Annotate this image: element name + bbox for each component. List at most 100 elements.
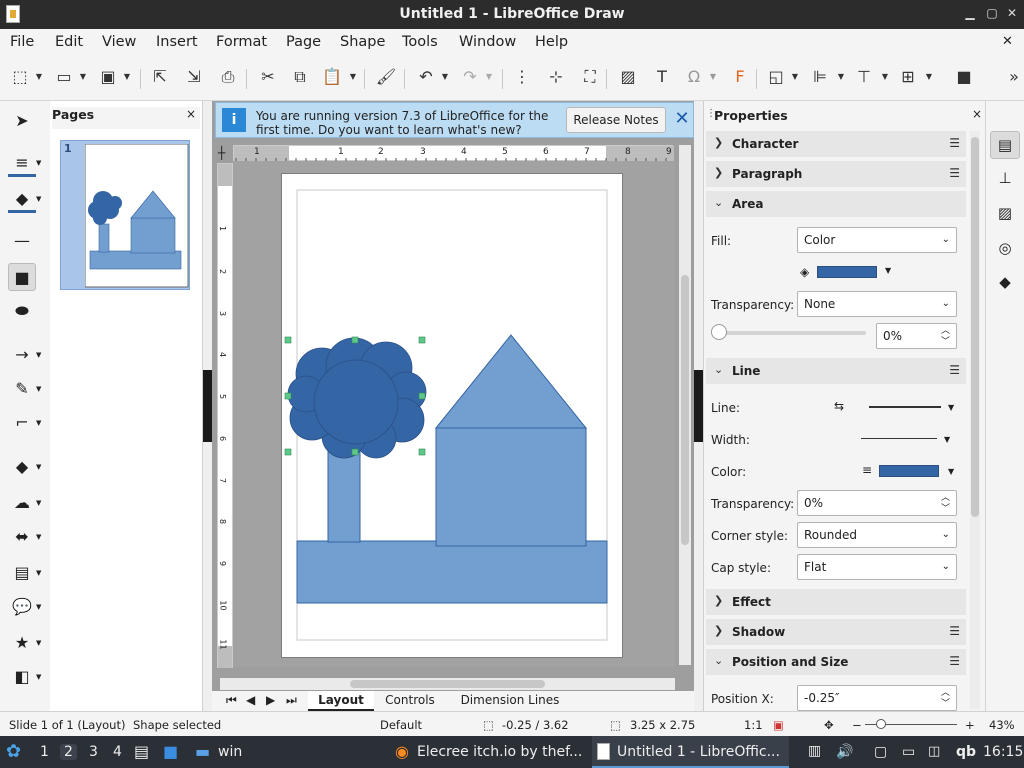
close-sidebar-icon[interactable]: ×	[972, 107, 982, 121]
open-dropdown-icon[interactable]: ▼	[78, 65, 88, 89]
ellipse-icon[interactable]: ⬬	[8, 297, 36, 325]
drawing-canvas[interactable]	[233, 161, 675, 667]
folder-label[interactable]: win	[218, 744, 242, 760]
shapes-deck-icon[interactable]: ◆	[990, 269, 1020, 297]
section-menu-icon[interactable]: ☰	[949, 624, 960, 638]
stars-icon[interactable]: ★	[8, 629, 36, 657]
menu-help[interactable]: Help	[535, 34, 568, 50]
menu-insert[interactable]: Insert	[156, 34, 198, 50]
release-notes-button[interactable]: Release Notes	[566, 107, 666, 133]
drawing-page[interactable]	[281, 173, 623, 658]
workspace-4[interactable]: 4	[113, 744, 122, 760]
notes-icon[interactable]: ▢	[874, 744, 887, 760]
line-color-icon[interactable]: ≡	[8, 149, 36, 177]
distribute-dropdown-icon[interactable]: ▼	[924, 65, 934, 89]
line-section-header[interactable]: ⌄ Line ☰	[706, 358, 966, 384]
horizontal-scroll-thumb[interactable]	[350, 680, 545, 688]
page-thumbnail[interactable]: 1	[60, 140, 190, 290]
connectors-dropdown-icon[interactable]: ▼	[36, 409, 44, 437]
menu-shape[interactable]: Shape	[340, 34, 385, 50]
minimize-icon[interactable]: ▁	[962, 6, 978, 22]
shadow-icon[interactable]: ■	[952, 65, 976, 89]
new-dropdown-icon[interactable]: ▼	[34, 65, 44, 89]
sidebar-collapse-handle[interactable]	[694, 370, 703, 442]
lines-arrows-icon[interactable]: →	[8, 341, 36, 369]
styles-deck-icon[interactable]: ⊥	[990, 165, 1020, 193]
paste-icon[interactable]: 📋	[320, 65, 344, 89]
arrange-icon[interactable]: ⊤	[852, 65, 876, 89]
save-icon[interactable]: ▣	[96, 65, 120, 89]
files-icon[interactable]: ▤	[134, 742, 149, 761]
menu-window[interactable]: Window	[459, 34, 516, 50]
new-icon[interactable]: ⬚	[8, 65, 32, 89]
basic-shapes-icon[interactable]: ◆	[8, 453, 36, 481]
spin-arrows-icon[interactable]: ︿ ﹀	[941, 688, 950, 710]
menu-file[interactable]: File	[10, 34, 34, 50]
line-icon[interactable]: —	[8, 227, 36, 255]
fit-page-icon[interactable]: ✥	[824, 718, 834, 732]
line-arrows-icon[interactable]: ⇆	[834, 399, 844, 413]
copy-icon[interactable]: ⧉	[288, 65, 312, 89]
3d-objects-dropdown-icon[interactable]: ▼	[36, 663, 44, 691]
menu-view[interactable]: View	[102, 34, 136, 50]
tree-cloud-shape[interactable]	[287, 337, 427, 459]
line-color-swatch[interactable]	[879, 465, 939, 477]
line-color-dropdown-icon[interactable]: ▼	[36, 149, 44, 177]
transformations-dropdown-icon[interactable]: ▼	[790, 65, 800, 89]
fill-type-select[interactable]: Color ⌄	[797, 227, 957, 253]
symbol-shapes-icon[interactable]: ☁	[8, 489, 36, 517]
paragraph-section-header[interactable]: ❯ Paragraph ☰	[706, 161, 966, 187]
toolbar-overflow-icon[interactable]: »	[1002, 65, 1024, 89]
corner-style-select[interactable]: Rounded ⌄	[797, 522, 957, 548]
effect-section-header[interactable]: ❯ Effect	[706, 589, 966, 615]
align-dropdown-icon[interactable]: ▼	[836, 65, 846, 89]
next-tab-icon[interactable]: ▶	[266, 693, 275, 707]
section-menu-icon[interactable]: ☰	[949, 136, 960, 150]
menu-page[interactable]: Page	[286, 34, 321, 50]
section-menu-icon[interactable]: ☰	[949, 363, 960, 377]
document-modified-icon[interactable]: ▣	[773, 718, 784, 732]
distribute-icon[interactable]: ⊞	[896, 65, 920, 89]
sidebar-scrollbar[interactable]	[970, 131, 980, 709]
basic-shapes-dropdown-icon[interactable]: ▼	[36, 453, 44, 481]
house-roof-triangle[interactable]	[434, 334, 588, 429]
shadow-section-header[interactable]: ❯ Shadow ☰	[706, 619, 966, 645]
zoom-level[interactable]: 43%	[989, 718, 1015, 732]
zoom-page-icon[interactable]: ⛶	[578, 65, 602, 89]
undo-icon[interactable]: ↶	[414, 65, 438, 89]
close-pages-panel-icon[interactable]: ×	[186, 107, 196, 121]
close-document-icon[interactable]: ✕	[1002, 34, 1013, 49]
monitor-icon[interactable]: ▭	[902, 744, 915, 760]
block-arrows-dropdown-icon[interactable]: ▼	[36, 523, 44, 551]
pages-panel-collapse-handle[interactable]	[203, 370, 212, 442]
grid-icon[interactable]: ⋮	[510, 65, 534, 89]
sidebar-scroll-thumb[interactable]	[971, 137, 979, 517]
firefox-icon[interactable]: ◉	[395, 742, 409, 761]
clipboard-icon[interactable]: ▥	[808, 743, 821, 759]
spin-arrows-icon[interactable]: ︿ ﹀	[941, 326, 950, 348]
lines-arrows-dropdown-icon[interactable]: ▼	[36, 341, 44, 369]
open-icon[interactable]: ▭	[52, 65, 76, 89]
special-character-dropdown-icon[interactable]: ▼	[708, 65, 718, 89]
last-tab-icon[interactable]: ⏭	[286, 693, 297, 708]
clone-formatting-icon[interactable]: 🖌	[374, 65, 398, 89]
first-tab-icon[interactable]: ⏮	[226, 693, 237, 708]
vertical-ruler[interactable]: 1 2 3 4 5 6 7 8 9 10 11	[217, 163, 233, 668]
connectors-icon[interactable]: ⌐	[8, 409, 36, 437]
prev-tab-icon[interactable]: ◀	[246, 693, 255, 707]
ruler-origin-icon[interactable]: ┼	[218, 146, 225, 160]
horizontal-ruler[interactable]: 1 1 2 3 4 5 6 7 8 9	[233, 145, 674, 162]
fontwork-icon[interactable]: F	[728, 65, 752, 89]
zoom-in-icon[interactable]: +	[965, 718, 975, 732]
zoom-slider-thumb[interactable]	[876, 719, 886, 729]
export-pdf-icon[interactable]: ⇲	[182, 65, 206, 89]
vertical-scrollbar[interactable]	[679, 145, 691, 665]
section-menu-icon[interactable]: ☰	[949, 654, 960, 668]
select-icon[interactable]: ➤	[8, 107, 36, 135]
area-transparency-select[interactable]: None ⌄	[797, 291, 957, 317]
taskbar-app-draw-active[interactable]: Untitled 1 - LibreOffic...	[592, 736, 789, 768]
helplines-icon[interactable]: ⊹	[544, 65, 568, 89]
fill-color-dropdown-icon[interactable]: ▼	[885, 266, 891, 275]
close-window-icon[interactable]: ✕	[1004, 6, 1020, 22]
redo-dropdown-icon[interactable]: ▼	[484, 65, 494, 89]
